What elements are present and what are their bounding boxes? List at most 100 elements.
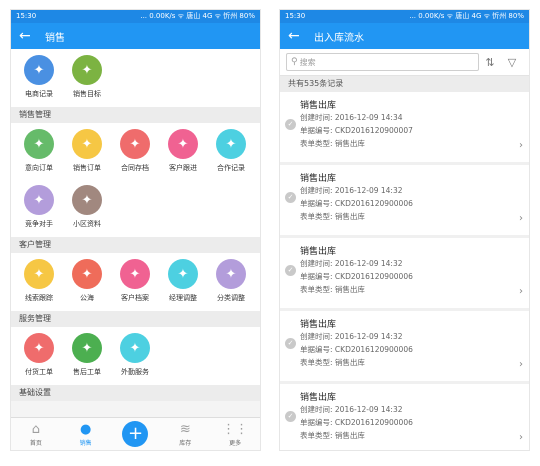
bottom-tab-bar: ⌂ 首页 ● 销售 + ≋ 库存 ⋮⋮ 更多 [11,417,260,450]
module-label: 公海 [80,294,94,302]
tab-stock[interactable]: ≋ 库存 [161,422,209,447]
section-header: 销售管理 [11,107,260,123]
stock-flow-screen: 15:30 ... 0.00K/s ᯤ 唐山 4G ᯤ 忻州 80% ← 出入库… [280,10,529,450]
community-icon: ✦ [72,185,102,215]
archive-icon: ✦ [120,129,150,159]
module-grid: ✦ 意向订单 ✦ 销售订单 ✦ 合同存档 ✦ 客户跟进 ✦ 合作记录 ✦ 竞争对手 ✦ 小区资料 [11,123,260,237]
sales-person-icon: ● [80,421,92,437]
module-item[interactable]: ✦ 客户档案 [111,257,159,311]
section-header: 客户管理 [11,237,260,253]
sort-icon[interactable]: ⇅ [479,56,501,69]
record-card[interactable]: ✓ 销售出库 创建时间: 2016-12-09 14:34 单据编号: CKD2016… [280,92,529,165]
module-item[interactable]: ✦ 分类调整 [207,257,255,311]
module-label: 线索跟踪 [25,294,53,302]
status-bar: 15:30 ... 0.00K/s ᯤ 唐山 4G ᯤ 忻州 80% [280,10,529,23]
person-icon: ✦ [168,129,198,159]
search-row: ⚲ 搜索 ⇅ ▽ [280,49,529,76]
module-label: 电商记录 [25,90,53,98]
record-count: 共有535条记录 [280,76,529,92]
check-icon: ✓ [285,265,296,276]
tab-sales-person[interactable]: ● 销售 [62,422,110,447]
record-number: 单据编号: CKD2016120900006 [300,345,413,354]
tab-plus[interactable]: + [111,421,159,447]
module-item[interactable]: ✦ 售后工单 [63,331,111,385]
module-label: 售后工单 [73,368,101,376]
record-created: 创建时间: 2016-12-09 14:32 [300,259,403,268]
module-label: 合作记录 [217,164,245,172]
module-grid: ✦ 电商记录 ✦ 销售目标 [11,49,260,107]
back-arrow-icon[interactable]: ← [288,23,314,49]
module-item[interactable]: ✦ 付货工单 [15,331,63,385]
module-item[interactable]: ✦ 竞争对手 [15,183,63,237]
section-header: 基础设置 [11,385,260,401]
tab-label: 首页 [29,439,42,447]
chevron-right-icon: › [519,140,523,151]
page-title: 销售 [45,32,65,44]
record-created: 创建时间: 2016-12-09 14:32 [300,186,403,195]
app-bar: ← 出入库流水 [280,23,529,49]
manager-icon: ✦ [168,259,198,289]
filter-icon[interactable]: ▽ [501,56,523,69]
record-card[interactable]: ✓ 销售出库 创建时间: 2016-12-09 14:32 单据编号: CKD2016… [280,384,529,450]
tab-more[interactable]: ⋮⋮ 更多 [211,422,259,447]
tab-home[interactable]: ⌂ 首页 [12,422,60,447]
module-label: 付货工单 [25,368,53,376]
record-title: 销售出库 [300,393,337,403]
module-label: 意向订单 [25,164,53,172]
module-item[interactable]: ✦ 销售订单 [63,127,111,181]
clue-icon: ✦ [24,259,54,289]
module-item[interactable]: ✦ 合作记录 [207,127,255,181]
module-label: 分类调整 [217,294,245,302]
module-label: 竞争对手 [25,220,53,228]
record-type: 表单类型: 销售出库 [300,285,365,294]
module-grid: ✦ 付货工单 ✦ 售后工单 ✦ 外勤服务 [11,327,260,385]
module-item[interactable]: ✦ 外勤服务 [111,331,159,385]
record-card[interactable]: ✓ 销售出库创建时间: 2016-12-09 14:32 单据编号: CKD2016… [280,311,529,384]
record-title: 销售出库 [300,320,337,330]
delivery-icon: ✦ [24,333,54,363]
sea-icon: ✦ [72,259,102,289]
more-icon: ⋮⋮ [222,421,249,437]
sales-screen: 15:30 ... 0.00K/s ᯤ 唐山 4G ᯤ 忻州 80% ← 销售 … [11,10,260,450]
record-type: 表单类型: 销售出库 [300,358,365,367]
record-card[interactable]: ✓ 销售出库创建时间: 2016-12-09 14:32 单据编号: CKD2016… [280,165,529,238]
module-item[interactable]: ✦ 合同存档 [111,127,159,181]
plus-icon: + [122,421,149,447]
module-item[interactable]: ✦ 公海 [63,257,111,311]
module-label: 客户跟进 [169,164,197,172]
chevron-right-icon: › [519,213,523,224]
check-icon: ✓ [285,411,296,422]
search-icon: ⚲ [291,57,298,67]
search-input[interactable]: ⚲ 搜索 [286,53,479,71]
record-number: 单据编号: CKD2016120900006 [300,418,413,427]
service-icon: ✦ [72,333,102,363]
record-type: 表单类型: 销售出库 [300,139,365,148]
tab-label: 销售 [79,439,92,447]
module-item[interactable]: ✦ 小区资料 [63,183,111,237]
rival-icon: ✦ [24,185,54,215]
module-item[interactable]: ✦ 线索跟踪 [15,257,63,311]
tab-label: 库存 [179,439,192,447]
page-title: 出入库流水 [314,32,364,44]
record-title: 销售出库 [300,174,337,184]
module-label: 合同存档 [121,164,149,172]
module-list: ✦ 电商记录 ✦ 销售目标 销售管理 ✦ 意向订单 ✦ 销售订单 ✦ 合同存档 ✦ 客户跟进 ✦ 合作记录 ✦… [11,49,260,401]
module-item[interactable]: ✦ 销售目标 [63,53,111,107]
module-item[interactable]: ✦ 电商记录 [15,53,63,107]
record-created: 创建时间: 2016-12-09 14:32 [300,332,403,341]
record-number: 单据编号: CKD2016120900006 [300,199,413,208]
check-icon: ✓ [285,338,296,349]
target-icon: ✦ [72,55,102,85]
module-item[interactable]: ✦ 经理调整 [159,257,207,311]
back-arrow-icon[interactable]: ← [19,23,45,49]
handshake-icon: ✦ [216,129,246,159]
record-card[interactable]: ✓ 销售出库 创建时间: 2016-12-09 14:32 单据编号: CKD2016… [280,238,529,311]
module-label: 经理调整 [169,294,197,302]
module-item[interactable]: ✦ 客户跟进 [159,127,207,181]
file-icon: ✦ [120,259,150,289]
field-icon: ✦ [120,333,150,363]
module-item[interactable]: ✦ 意向订单 [15,127,63,181]
stock-icon: ≋ [179,421,191,437]
check-icon: ✓ [285,192,296,203]
record-title: 销售出库 [300,101,337,111]
